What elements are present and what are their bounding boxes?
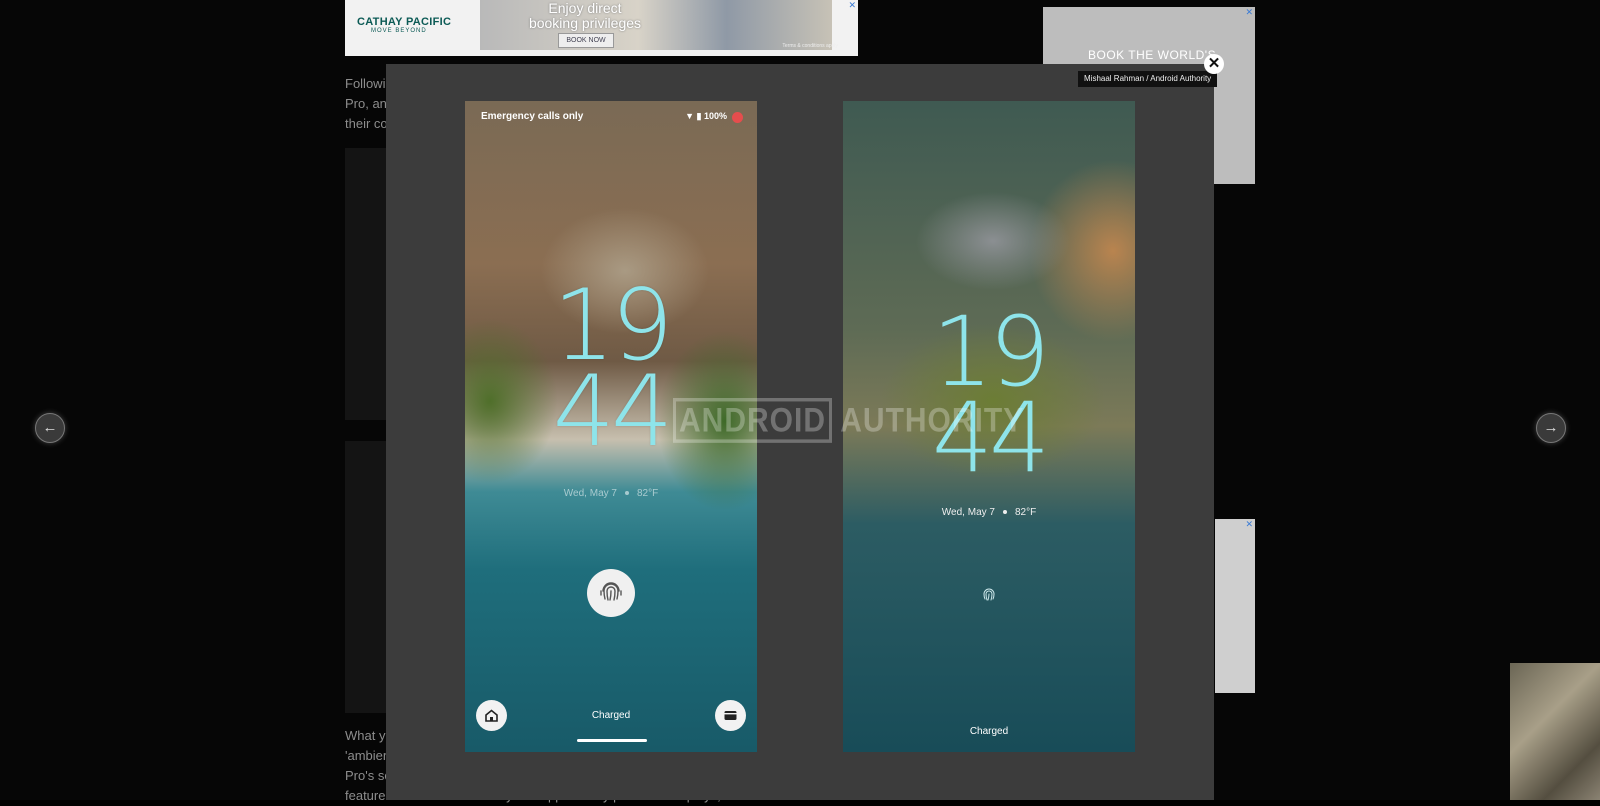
ad-brand-name: CATHAY PACIFIC	[357, 16, 452, 28]
ad-headline-line1: Enjoy direct	[548, 0, 622, 16]
notification-dot-icon	[732, 112, 743, 123]
ad-book-now-button[interactable]: BOOK NOW	[558, 33, 614, 48]
close-icon: ✕	[1207, 55, 1221, 72]
side-ad-lower[interactable]: ✕	[1215, 519, 1255, 693]
battery-percent: 100%	[703, 111, 727, 121]
charging-status: Charged	[591, 710, 631, 721]
article-line: Pro, an	[345, 96, 387, 111]
ad-terms: Terms & conditions apply	[782, 43, 838, 49]
status-carrier-text: Emergency calls only	[481, 111, 584, 122]
fingerprint-icon[interactable]	[979, 585, 999, 605]
video-thumbnail[interactable]	[1510, 663, 1600, 800]
side-ad-lower-close-icon[interactable]: ✕	[1245, 519, 1253, 530]
gesture-home-bar[interactable]	[577, 739, 647, 742]
article-line: their co	[345, 116, 388, 131]
watermark-boxed: ANDROID	[673, 398, 832, 443]
android-authority-watermark: ANDROID AUTHORITY	[673, 398, 1025, 443]
lockscreen-clock: 19 44	[843, 304, 1135, 486]
article-paragraph-top: Followi Pro, an their co	[345, 74, 388, 134]
arrow-left-icon: ←	[42, 419, 58, 436]
top-banner-ad[interactable]: CATHAY PACIFIC MOVE BEYOND Enjoy direct b…	[345, 0, 858, 56]
side-ad-close-icon[interactable]: ✕	[1245, 7, 1253, 18]
article-image-2	[345, 441, 388, 713]
date-text: Wed, May 7	[941, 507, 995, 518]
lockscreen-date: Wed, May 7 82°F	[465, 488, 757, 499]
image-credit: Mishaal Rahman / Android Authority	[1078, 71, 1218, 87]
lockscreen-date: Wed, May 7 82°F	[843, 507, 1135, 518]
fingerprint-icon[interactable]	[587, 569, 635, 617]
battery-icon: ▮	[696, 111, 702, 121]
weather-temp: 82°F	[1014, 507, 1037, 518]
ad-headline-line2: booking privileges	[528, 15, 642, 31]
watermark-rest: AUTHORITY	[840, 401, 1025, 440]
separator-dot	[624, 491, 629, 496]
ad-headline: Enjoy direct booking privileges	[510, 1, 660, 31]
next-image-button[interactable]: →	[1536, 413, 1566, 443]
date-text: Wed, May 7	[563, 488, 617, 499]
previous-image-button[interactable]: ←	[35, 413, 65, 443]
ad-brand-tagline: MOVE BEYOND	[371, 28, 427, 34]
separator-dot	[1002, 510, 1007, 515]
weather-temp: 82°F	[636, 488, 659, 499]
charging-status: Charged	[969, 726, 1009, 737]
status-icons: ▼ ▮ 100%	[685, 111, 727, 122]
side-ad-headline: BOOK THE WORLD'S	[1088, 48, 1217, 62]
ad-brand: CATHAY PACIFIC MOVE BEYOND	[357, 16, 451, 34]
lightbox-close-button[interactable]: ✕	[1204, 54, 1224, 74]
arrow-right-icon: →	[1543, 419, 1559, 436]
article-image-1	[345, 148, 388, 420]
ad-close-icon[interactable]: ✕	[848, 0, 856, 11]
wifi-icon: ▼	[685, 111, 694, 121]
article-line: Followi	[345, 76, 386, 91]
